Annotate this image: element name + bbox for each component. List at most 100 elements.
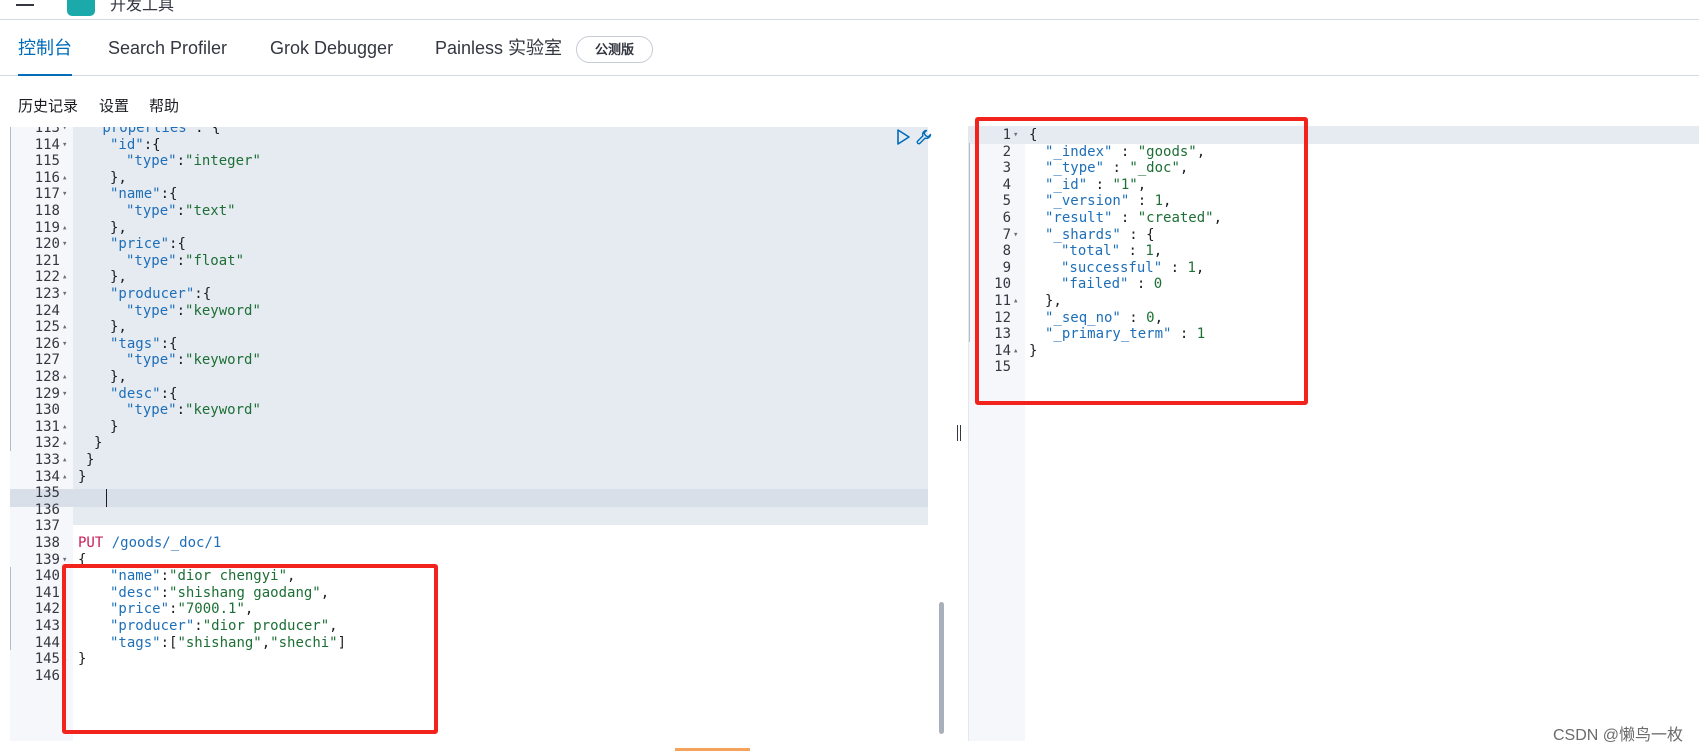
code-line[interactable]: 146 xyxy=(10,667,928,685)
code-line[interactable]: 127 "type":"keyword" xyxy=(10,351,928,369)
code-line[interactable]: 115 "type":"integer" xyxy=(10,152,928,170)
code-line[interactable]: 118 "type":"text" xyxy=(10,202,928,220)
fold-open-icon[interactable]: ▾ xyxy=(62,185,72,203)
code-line[interactable]: 135 xyxy=(10,484,928,502)
fold-close-icon[interactable]: ▴ xyxy=(62,169,72,187)
code-text: "total" : 1, xyxy=(1029,242,1162,260)
wrench-icon[interactable] xyxy=(915,128,933,146)
fold-open-icon[interactable]: ▾ xyxy=(1013,226,1023,244)
code-line[interactable]: 134 ▴} xyxy=(10,468,928,486)
code-line[interactable]: 130 "type":"keyword" xyxy=(10,401,928,419)
token-punct: ] xyxy=(337,634,347,651)
request-editor[interactable]: 113 ▾ "properties": {114 ▾ "id":{115 "type":"… xyxy=(10,127,928,741)
breadcrumb[interactable]: 开发工具 xyxy=(110,0,174,15)
code-line[interactable]: 2 "_index" : "goods", xyxy=(969,142,1699,161)
code-line[interactable]: 136 xyxy=(10,501,928,519)
code-line[interactable]: 9 "successful" : 1, xyxy=(969,258,1699,277)
code-line[interactable]: 1 ▾ { xyxy=(969,126,1699,144)
code-line[interactable]: 4 "_id" : "1", xyxy=(969,175,1699,194)
code-line[interactable]: 5 "_version" : 1, xyxy=(969,192,1699,210)
token-punct: , xyxy=(1195,259,1205,276)
code-line[interactable]: 123 ▾ "producer":{ xyxy=(10,285,928,303)
token-punct: } xyxy=(86,452,95,468)
code-line[interactable]: 131 ▴} xyxy=(10,417,928,436)
code-line[interactable]: 122 ▴}, xyxy=(10,268,928,286)
fold-open-icon[interactable]: ▾ xyxy=(62,335,72,353)
app-logo[interactable] xyxy=(67,0,95,16)
code-line[interactable]: 121 "type":"float" xyxy=(10,251,928,270)
code-line[interactable]: 140 "name":"dior chengyi", xyxy=(10,567,928,585)
menu-icon[interactable] xyxy=(16,0,34,6)
code-line[interactable]: 117 ▾ "name":{ xyxy=(10,185,928,203)
code-line[interactable]: 124 "type":"keyword" xyxy=(10,301,928,320)
token-punct: :[ xyxy=(160,634,178,651)
code-line[interactable]: 3 "_type" : "_doc", xyxy=(969,159,1699,177)
fold-open-icon[interactable]: ▾ xyxy=(62,235,72,253)
fold-close-icon[interactable]: ▴ xyxy=(62,268,72,286)
tab-painless-lab[interactable]: Painless 实验室 xyxy=(435,21,562,76)
fold-close-icon[interactable]: ▴ xyxy=(1013,292,1023,310)
code-line[interactable]: 126 ▾ "tags":{ xyxy=(10,334,928,353)
code-line[interactable]: 144 "tags":["shishang","shechi"] xyxy=(10,633,928,652)
fold-close-icon[interactable]: ▴ xyxy=(62,468,72,486)
token-str: "keyword" xyxy=(185,302,261,319)
code-line[interactable]: 8 "total" : 1, xyxy=(969,242,1699,260)
fold-close-icon[interactable]: ▴ xyxy=(62,434,72,452)
code-text: "failed" : 0 xyxy=(1029,275,1162,293)
code-text: "result" : "created", xyxy=(1029,209,1222,227)
panel-resize-handle[interactable] xyxy=(955,425,963,443)
fold-close-icon[interactable]: ▴ xyxy=(62,318,72,336)
indent-guide xyxy=(10,318,11,335)
code-line[interactable]: 10 "failed" : 0 xyxy=(969,275,1699,293)
tab-grok-debugger[interactable]: Grok Debugger xyxy=(270,21,393,76)
settings-link[interactable]: 设置 xyxy=(99,95,129,116)
fold-open-icon[interactable]: ▾ xyxy=(62,285,72,303)
code-line[interactable]: 120 ▾ "price":{ xyxy=(10,235,928,253)
history-link[interactable]: 历史记录 xyxy=(18,95,78,116)
fold-open-icon[interactable]: ▾ xyxy=(62,385,72,403)
fold-close-icon[interactable]: ▴ xyxy=(1013,342,1023,360)
code-line[interactable]: 129 ▾ "desc":{ xyxy=(10,384,928,403)
code-line[interactable]: 141 "desc":"shishang gaodang", xyxy=(10,583,928,602)
fold-close-icon[interactable]: ▴ xyxy=(62,451,72,469)
code-line[interactable]: 11 ▴}, xyxy=(969,292,1699,310)
request-scrollbar[interactable] xyxy=(939,602,944,734)
code-line[interactable]: 132 ▴} xyxy=(10,434,928,452)
code-line[interactable]: 137 xyxy=(10,517,928,535)
code-line[interactable]: 12 "_seq_no" : 0, xyxy=(969,308,1699,327)
code-line[interactable]: 143 "producer":"dior producer", xyxy=(10,617,928,635)
code-line[interactable]: 119 ▴}, xyxy=(10,218,928,237)
indent-guide xyxy=(10,617,11,634)
code-line[interactable]: 116 ▴}, xyxy=(10,168,928,187)
fold-close-icon[interactable]: ▴ xyxy=(62,219,72,237)
fold-open-icon[interactable]: ▾ xyxy=(1013,126,1023,144)
code-line[interactable]: 142 "price":"7000.1", xyxy=(10,600,928,618)
code-line[interactable]: 14 ▴} xyxy=(969,342,1699,360)
fold-close-icon[interactable]: ▴ xyxy=(62,368,72,386)
token-key: "_type" xyxy=(1045,160,1105,177)
code-line[interactable]: 15 xyxy=(969,358,1699,376)
code-line[interactable]: 139 ▾ { xyxy=(10,551,928,569)
help-link[interactable]: 帮助 xyxy=(149,95,179,116)
code-line[interactable]: 125 ▴}, xyxy=(10,318,928,336)
code-line[interactable]: 114 ▾ "id":{ xyxy=(10,135,928,154)
code-line[interactable]: 13 "_primary_term" : 1 xyxy=(969,325,1699,343)
code-line[interactable]: 6 "result" : "created", xyxy=(969,209,1699,227)
fold-open-icon[interactable]: ▾ xyxy=(62,551,72,569)
play-icon[interactable] xyxy=(895,128,911,146)
code-line[interactable]: 7 ▾ "_shards" : { xyxy=(969,225,1699,244)
code-line[interactable]: 128 ▴}, xyxy=(10,368,928,386)
indent-guide xyxy=(10,401,11,418)
fold-open-icon[interactable]: ▾ xyxy=(62,136,72,154)
token-str: "shishang gaodang" xyxy=(169,584,321,601)
line-number: 139 xyxy=(34,551,60,568)
code-line[interactable]: 138 PUT /goods/_doc/1 xyxy=(10,534,928,552)
fold-close-icon[interactable]: ▴ xyxy=(62,418,72,436)
fold-close-icon[interactable]: ▴ xyxy=(62,650,72,668)
code-line[interactable]: 145 ▴} xyxy=(10,650,928,668)
tab-search-profiler[interactable]: Search Profiler xyxy=(108,21,227,76)
indent-guide xyxy=(969,192,970,209)
code-line[interactable]: 133 ▴} xyxy=(10,451,928,469)
response-editor[interactable]: 1 ▾{2 "_index" : "goods", 3 "_type" : "_doc"… xyxy=(968,126,1699,741)
tab-console[interactable]: 控制台 xyxy=(18,21,72,76)
